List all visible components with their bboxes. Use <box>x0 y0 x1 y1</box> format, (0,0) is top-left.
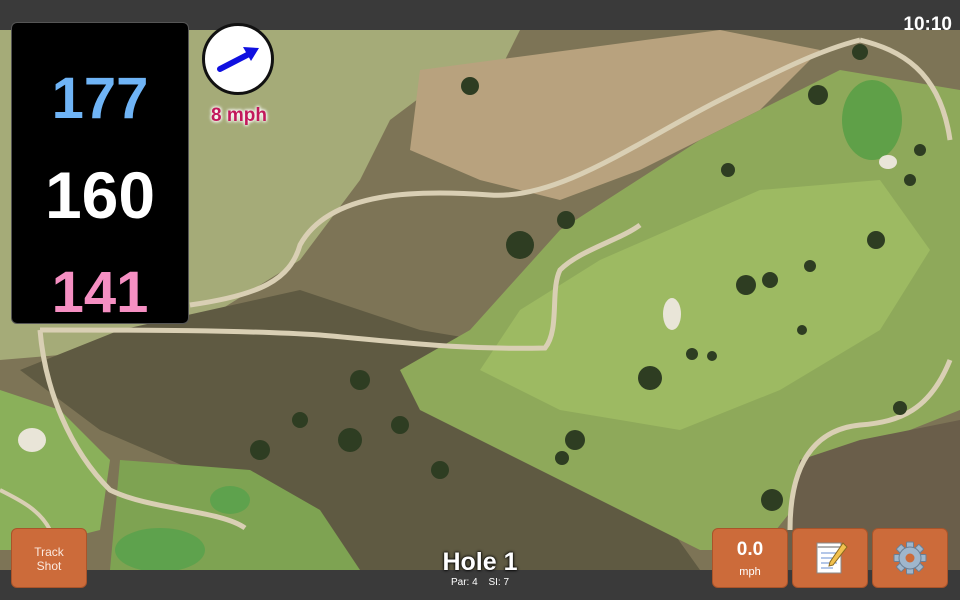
speed-unit: mph <box>739 566 761 578</box>
middle-of-green-distance: 160 <box>44 158 156 232</box>
wind-indicator <box>202 23 274 95</box>
speed-value: 0.0 <box>736 539 764 560</box>
notes-button[interactable] <box>792 528 868 588</box>
settings-button[interactable] <box>872 528 948 588</box>
front-of-green-distance: 141 <box>51 260 149 325</box>
wind-speed-label: 8 mph <box>211 105 267 126</box>
wind-direction-arrow-icon <box>217 47 259 72</box>
track-shot-label-line2: Shot <box>36 559 62 573</box>
notepad-icon <box>816 542 848 574</box>
track-shot-label-line1: Track <box>34 545 64 559</box>
hole-info: Par: 4 SI: 7 <box>400 577 560 588</box>
track-shot-button[interactable]: Track Shot <box>11 528 87 588</box>
speed-button[interactable]: 0.0 mph <box>712 528 788 588</box>
hole-stroke-index: SI: 7 <box>488 577 510 588</box>
hole-par: Par: 4 <box>450 577 478 588</box>
status-clock: 10:10 <box>903 14 952 35</box>
back-of-green-distance: 177 <box>51 66 149 131</box>
hole-title: Hole 1 <box>442 548 518 576</box>
distance-panel: 177 160 141 <box>11 22 189 325</box>
gear-icon <box>893 541 927 575</box>
